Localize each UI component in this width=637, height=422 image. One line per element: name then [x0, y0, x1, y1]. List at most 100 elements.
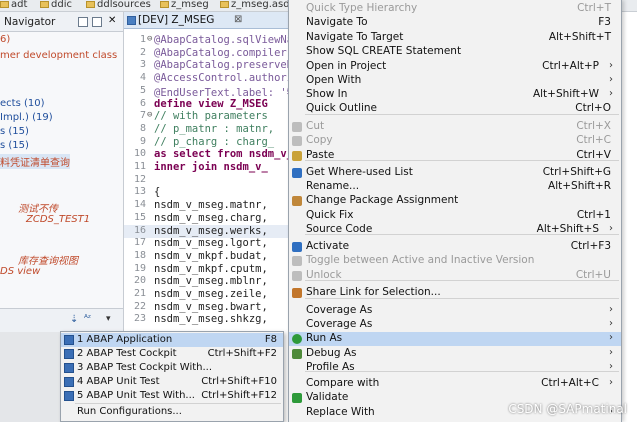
- navigator-item[interactable]: s (15): [0, 126, 29, 137]
- navigator-item[interactable]: s (15): [0, 140, 29, 151]
- line-number: 6: [139, 97, 146, 109]
- context-menu-item[interactable]: Open With ›: [289, 74, 621, 88]
- fold-icon[interactable]: ⊖: [147, 34, 153, 44]
- code-text: nsdm_v_mkpf.budat,: [154, 249, 268, 262]
- line-number: 13: [133, 186, 146, 198]
- code-line[interactable]: 8 // p_matnr : matnr,: [124, 123, 289, 136]
- code-line[interactable]: 11 inner join nsdm_v_: [124, 161, 289, 174]
- code-text: define view Z_MSEG: [154, 97, 268, 110]
- context-menu-item[interactable]: Show In Alt+Shift+W ›: [289, 88, 621, 102]
- context-menu-item[interactable]: Coverage As ›: [289, 318, 621, 332]
- context-menu-item[interactable]: Navigate To Target Alt+Shift+T: [289, 31, 621, 45]
- code-line[interactable]: 13 {: [124, 186, 289, 199]
- code-line[interactable]: 23 nsdm_v_mseg.shkzg,: [124, 313, 289, 326]
- code-line[interactable]: 12: [124, 174, 289, 187]
- watermark: CSDN @SAPmatinal: [508, 402, 627, 416]
- code-line[interactable]: 4 @AccessControl.authoriza: [124, 72, 289, 85]
- navigator-item[interactable]: DS view: [0, 266, 40, 277]
- code-line[interactable]: 3 @AbapCatalog.preserveKey: [124, 59, 289, 72]
- context-menu-item[interactable]: Profile As ›: [289, 361, 621, 375]
- validate-icon: [292, 393, 302, 403]
- navigator-item[interactable]: 6): [0, 34, 10, 45]
- code-line[interactable]: 22 nsdm_v_mseg.bwart,: [124, 301, 289, 314]
- run-as-submenu: 1 ABAP Application F8 2 ABAP Test Cockpit C…: [60, 331, 284, 422]
- context-menu-item: Copy Ctrl+C: [289, 134, 621, 148]
- navigator-panel: Navigator ✕ 6) mer development class ects …: [0, 12, 124, 308]
- menu-item-label: Run As: [306, 332, 343, 344]
- menu-item-shortcut: Ctrl+Alt+C: [541, 377, 599, 389]
- context-menu-item[interactable]: Show SQL CREATE Statement: [289, 45, 621, 59]
- breadcrumb-item[interactable]: ddlsources: [86, 0, 151, 10]
- breadcrumb-item[interactable]: z_mseg.asdc: [220, 0, 295, 10]
- code-line[interactable]: 19 nsdm_v_mkpf.cputm,: [124, 263, 289, 276]
- folder-icon: [86, 0, 95, 8]
- filter-icon[interactable]: ⇣: [70, 314, 78, 325]
- context-menu-item[interactable]: Get Where-used List Ctrl+Shift+G: [289, 166, 621, 180]
- code-line[interactable]: 15 nsdm_v_mseg.charg,: [124, 212, 289, 225]
- line-number: 11: [133, 161, 146, 172]
- context-menu-item[interactable]: Change Package Assignment: [289, 194, 621, 208]
- code-line[interactable]: 14 nsdm_v_mseg.matnr,: [124, 199, 289, 212]
- code-text: // p_charg : charg_: [154, 135, 275, 148]
- navigator-item[interactable]: 料凭证清单查询: [0, 154, 70, 169]
- code-line[interactable]: 18 nsdm_v_mkpf.budat,: [124, 250, 289, 263]
- context-menu-item[interactable]: Paste Ctrl+V: [289, 149, 621, 163]
- close-icon[interactable]: ✕: [108, 15, 120, 26]
- code-line[interactable]: 2 @AbapCatalog.compiler.co: [124, 47, 289, 60]
- editor-tab[interactable]: [DEV] Z_MSEG ⊠: [124, 12, 289, 29]
- navigator-header: Navigator ✕: [0, 12, 123, 32]
- navigator-item[interactable]: ects (10): [0, 98, 45, 109]
- code-line[interactable]: 10 as select from nsdm_v_: [124, 148, 289, 161]
- sort-icon[interactable]: ᴬᶻ: [84, 314, 91, 324]
- collapse-all-icon[interactable]: [78, 17, 88, 27]
- code-line[interactable]: 21 nsdm_v_mseg.zeile,: [124, 288, 289, 301]
- fold-icon[interactable]: ⊖: [147, 110, 153, 120]
- navigator-item[interactable]: ZCDS_TEST1: [26, 214, 90, 225]
- context-menu-item[interactable]: Run As ›: [289, 332, 621, 346]
- code-line[interactable]: 9 // p_charg : charg_: [124, 136, 289, 149]
- code-text: nsdm_v_mkpf.cputm,: [154, 262, 268, 275]
- run-as-item[interactable]: 1 ABAP Application F8: [61, 333, 283, 347]
- context-menu-item[interactable]: Navigate To F3: [289, 16, 621, 30]
- context-menu-item[interactable]: Activate Ctrl+F3: [289, 240, 621, 254]
- breadcrumb-item[interactable]: ddic: [40, 0, 72, 10]
- context-menu-item[interactable]: Debug As ›: [289, 347, 621, 361]
- breadcrumb-item[interactable]: adt: [0, 0, 27, 10]
- context-menu-item[interactable]: Share Link for Selection...: [289, 286, 621, 300]
- run-as-item[interactable]: 2 ABAP Test Cockpit Ctrl+Shift+F2: [61, 347, 283, 361]
- navigator-item[interactable]: mer development class: [0, 50, 117, 61]
- context-menu-item[interactable]: Source Code Alt+Shift+S ›: [289, 223, 621, 237]
- menu-item-shortcut: F3: [598, 16, 611, 28]
- context-menu-item[interactable]: Quick Fix Ctrl+1: [289, 209, 621, 223]
- context-menu-item: Toggle between Active and Inactive Versi…: [289, 254, 621, 268]
- breadcrumb-item[interactable]: z_mseg: [160, 0, 209, 10]
- context-menu-item[interactable]: Coverage As ›: [289, 304, 621, 318]
- navigator-item[interactable]: Impl.) (19): [0, 112, 53, 123]
- context-menu-item[interactable]: Open in Project Ctrl+Alt+P ›: [289, 60, 621, 74]
- code-line[interactable]: 7 ⊖ // with parameters: [124, 110, 289, 123]
- navigator-item[interactable]: 库存查询视图: [18, 252, 78, 267]
- link-editor-icon[interactable]: [92, 17, 102, 27]
- context-menu-item[interactable]: Compare with Ctrl+Alt+C ›: [289, 377, 621, 391]
- code-line[interactable]: 16 nsdm_v_mseg.werks,: [124, 224, 289, 238]
- code-line[interactable]: 5@EndUserText.label: '物料: [124, 85, 289, 99]
- line-number: 18: [133, 249, 146, 261]
- view-menu-icon[interactable]: ▾: [106, 314, 111, 324]
- context-menu-item[interactable]: Rename... Alt+Shift+R: [289, 180, 621, 194]
- run-as-item[interactable]: 5 ABAP Unit Test With... Ctrl+Shift+F12: [61, 389, 283, 403]
- code-line[interactable]: 1⊖@AbapCatalog.sqlViewName: [124, 34, 289, 47]
- run-as-item[interactable]: 4 ABAP Unit Test Ctrl+Shift+F10: [61, 375, 283, 389]
- code-line[interactable]: 17 nsdm_v_mseg.lgort,: [124, 237, 289, 250]
- menu-item-label: Debug As: [306, 347, 357, 359]
- close-tab-icon[interactable]: ⊠: [234, 14, 242, 25]
- navigator-item[interactable]: 测试不传: [18, 200, 58, 215]
- context-menu-item[interactable]: Quick Outline Ctrl+O: [289, 102, 621, 116]
- folder-icon: [160, 0, 169, 8]
- code-line[interactable]: 6 define view Z_MSEG: [124, 98, 289, 111]
- code-text: nsdm_v_mseg.mblnr,: [154, 275, 268, 288]
- run-as-item[interactable]: Run Configurations...: [61, 403, 283, 419]
- code-text: @AbapCatalog.preserveKey: [154, 59, 289, 72]
- run-as-item[interactable]: 3 ABAP Test Cockpit With...: [61, 361, 283, 375]
- code-line[interactable]: 20 nsdm_v_mseg.mblnr,: [124, 275, 289, 288]
- code-editor[interactable]: [DEV] Z_MSEG ⊠ 1⊖@AbapCatalog.sqlViewNam…: [124, 12, 289, 332]
